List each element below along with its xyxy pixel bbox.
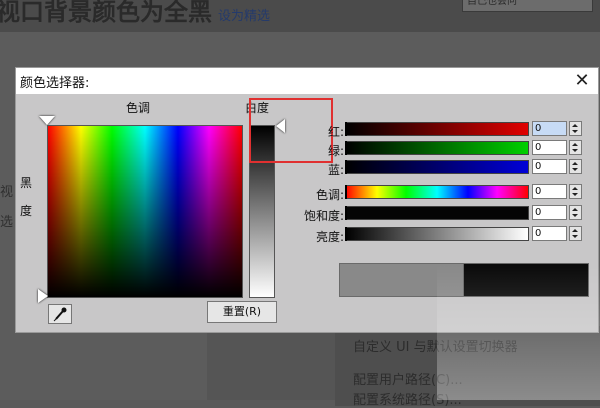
hue-slider-thumb[interactable] (345, 185, 347, 199)
background-header: 视口背景颜色为全黑 设为精选 自己也会问 (0, 0, 600, 32)
blackness-label: 黑度 (20, 176, 33, 218)
close-icon[interactable]: ✕ (570, 69, 594, 93)
dialog-title: 颜色选择器: (20, 76, 90, 91)
current-color-swatch (463, 263, 589, 297)
hue-slider[interactable] (345, 185, 529, 199)
blue-slider-thumb[interactable] (345, 160, 347, 174)
blue-slider[interactable] (345, 160, 529, 174)
blackness-marker[interactable] (38, 289, 48, 303)
eyedropper-icon (53, 307, 67, 322)
brightness-label: 亮度: (315, 230, 344, 244)
red-value-input[interactable] (532, 121, 567, 136)
green-label: 绿: (327, 144, 344, 158)
green-spinner[interactable] (569, 140, 582, 155)
background-lower-panel (207, 331, 335, 400)
hue-label: 色调: (315, 188, 344, 202)
hue-marker[interactable] (39, 116, 55, 125)
dialog-titlebar: 颜色选择器: ✕ (16, 68, 598, 94)
green-slider[interactable] (345, 141, 529, 155)
green-slider-thumb[interactable] (345, 141, 347, 155)
saturation-slider[interactable] (345, 206, 529, 220)
red-spinner[interactable] (569, 121, 582, 136)
saturation-spinner[interactable] (569, 205, 582, 220)
background-left-text: 视 选 (0, 185, 14, 230)
reset-button[interactable]: 重置(R) (207, 301, 277, 323)
blue-spinner[interactable] (569, 159, 582, 174)
hue-blackness-field[interactable] (47, 125, 243, 298)
background-search-box[interactable]: 自己也会问 (462, 0, 593, 12)
blue-value-input[interactable] (532, 159, 567, 174)
blue-label: 蓝: (327, 163, 344, 177)
hue-header: 色调 (126, 101, 151, 115)
hue-spinner[interactable] (569, 184, 582, 199)
red-slider[interactable] (345, 122, 529, 136)
background-menu-item[interactable]: 配置用户路径(C)... (353, 369, 463, 388)
background-menu-item[interactable]: 自定义 UI 与默认设置切换器 (353, 336, 518, 355)
red-label: 红: (327, 125, 344, 139)
green-value-input[interactable] (532, 140, 567, 155)
original-color-swatch (339, 263, 465, 297)
hue-value-input[interactable] (532, 184, 567, 199)
brightness-value-input[interactable] (532, 226, 567, 241)
background-title: 视口背景颜色为全黑 设为精选 (0, 0, 271, 26)
background-menu-item[interactable]: 配置系统路径(S)... (353, 389, 462, 408)
saturation-value-input[interactable] (532, 205, 567, 220)
brightness-slider-thumb[interactable] (345, 227, 347, 241)
brightness-spinner[interactable] (569, 226, 582, 241)
saturation-slider-thumb[interactable] (345, 206, 347, 220)
background-subtitle[interactable]: 设为精选 (218, 9, 270, 24)
eyedropper-button[interactable] (48, 304, 72, 324)
color-picker-dialog: 颜色选择器: ✕ 色调 白度 黑度 重置(R) 红: 绿: 蓝: 色调: 饱和度… (15, 67, 599, 333)
red-slider-thumb[interactable] (345, 122, 347, 136)
brightness-slider[interactable] (345, 227, 529, 241)
saturation-label: 饱和度: (303, 209, 344, 223)
